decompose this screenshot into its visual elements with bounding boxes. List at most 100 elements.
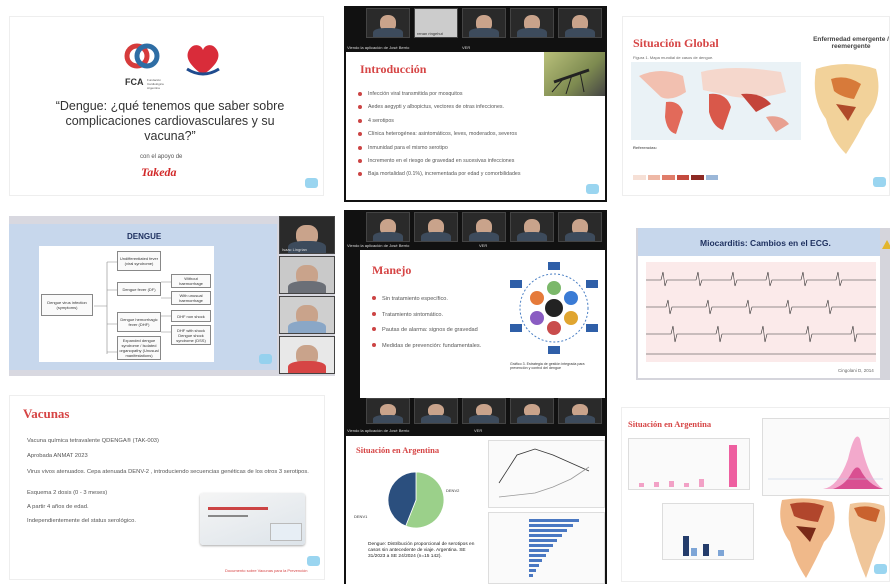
participant-video[interactable] [366, 212, 410, 242]
ecg-strip [646, 262, 876, 362]
province-map [772, 496, 842, 580]
slide-area: Manejo Sin tratamiento específico. Trata… [360, 250, 605, 404]
bar-chart [488, 512, 605, 584]
vaccine-line: Esquema 2 dosis (0 - 3 meses) [27, 490, 108, 496]
slide-title: Situación en Argentina [356, 445, 440, 455]
share-caption: Viendo la aplicación de José Berrio [347, 428, 410, 433]
graphic-caption: Gráfico 3. Estrategia de gestión integra… [510, 362, 585, 370]
slide-area: Miocarditis: Cambios en el ECG. Cingolan… [638, 228, 880, 378]
bullet-list: Sin tratamiento específico. Tratamiento … [372, 292, 507, 354]
argentina-map [806, 59, 886, 159]
vaccine-box-photo [200, 493, 305, 545]
pie-legend-denv2: DENV2 [446, 488, 460, 493]
participant-video[interactable] [414, 212, 458, 242]
diagram-node: Dengue hemorrhagic fever (DHF) [117, 312, 161, 332]
app-icon [307, 556, 320, 566]
diagram-node: With unusual haemorrhage [171, 291, 211, 305]
diagram-node: DHF with shock Dengue shock syndrome (DS… [171, 325, 211, 345]
diagram-node: Dengue fever (DF) [117, 282, 161, 296]
diagram-node: Expanded dengue syndrome / Isolated orga… [117, 336, 161, 360]
bullet-list: Infección viral transmitida por mosquito… [358, 88, 558, 182]
tile-introduccion: renan ringehut Viendo la aplicación de J… [344, 6, 607, 202]
ecg-credit: Cingolani D, 2014 [838, 368, 874, 373]
view-options-button[interactable]: VER [462, 45, 470, 50]
tile-vacunas: Vacunas Vacuna química tetravalente QDEN… [9, 395, 325, 580]
slide-title: Situación Global [633, 36, 719, 50]
slide-title: Vacunas [23, 406, 70, 421]
participant-video[interactable]: Isaac Lingrian [279, 216, 335, 254]
participant-video[interactable] [462, 398, 506, 424]
bullet-item: Clínica heterogénea: asintomáticos, leve… [358, 128, 558, 141]
tile-situacion-global: Situación Global Enfermedad emergente / … [622, 16, 890, 196]
pie-legend-denv1: DENV1 [354, 514, 368, 519]
bullet-item: Tratamiento sintomático. [372, 308, 507, 324]
fca-label: FCA [125, 77, 144, 87]
incidence-line-chart [488, 440, 605, 508]
diagram-node: Dengue virus infection (symptoms) [41, 294, 93, 316]
slide-area: Situación en Argentina DENV1 DENV2 Dengu… [346, 436, 605, 584]
slide-title: DENGUE [127, 232, 162, 241]
slide-footer: Documento sobre Vacunas para la Prevenci… [225, 568, 308, 573]
heart-logo [183, 39, 223, 81]
references-label: Referencias: [633, 145, 658, 150]
bullet-item: Aedes aegypti y albopictus, vectores de … [358, 101, 558, 114]
tile-miocarditis: Miocarditis: Cambios en el ECG. Cingolan… [636, 228, 890, 380]
view-options-button[interactable]: VER [479, 243, 487, 248]
slide-title: “Dengue: ¿qué tenemos que saber sobre co… [55, 99, 285, 143]
share-caption: Viendo la aplicación de José Berrio [347, 243, 410, 248]
vaccine-line: Independientemente del status serológico… [27, 518, 136, 524]
bullet-item: Medidas de prevención: fundamentales. [372, 339, 507, 355]
app-icon [259, 354, 272, 364]
view-options-button[interactable]: VER [474, 428, 482, 433]
serotype-pie-chart [387, 471, 445, 529]
participant-video[interactable] [279, 336, 335, 374]
map-legend [633, 175, 718, 180]
slide-title: Manejo [372, 263, 412, 277]
support-text: con el apoyo de [140, 154, 183, 160]
diagram-node: Undifferentiated fever (viral syndrome) [117, 251, 161, 271]
participant-video[interactable]: renan ringehut [414, 8, 458, 38]
participant-video[interactable] [510, 398, 554, 424]
vaccine-line: Vacuna química tetravalente QDENGA® (TAK… [27, 438, 159, 444]
bullet-item: Inmunidad para el mismo serotipo [358, 142, 558, 155]
slide-title: Situación en Argentina [628, 419, 712, 429]
app-icon [305, 178, 318, 188]
tile-title-slide: FCA Fundación Cardiológica Argentina “De… [9, 16, 324, 196]
cases-bar-chart [628, 438, 750, 490]
slide-subtitle: Enfermedad emergente / reemergente [813, 36, 889, 50]
pie-caption: Dengue: Distribución proporcional de ser… [368, 542, 475, 559]
diagram-node: DHF non shock [171, 310, 211, 322]
participant-video[interactable] [366, 8, 410, 38]
participant-video[interactable] [462, 212, 506, 242]
bullet-item: 4 serotipos [358, 115, 558, 128]
takeda-logo: Takeda [141, 165, 177, 179]
participant-video[interactable] [558, 212, 602, 242]
app-icon [586, 184, 599, 194]
diagram-panel: Dengue virus infection (symptoms) Undiff… [39, 246, 214, 362]
participant-video[interactable] [558, 8, 602, 38]
diagram-node: Without haemorrhage [171, 274, 211, 288]
share-caption: Viendo la aplicación de José Berrio [347, 45, 410, 50]
tile-manejo: Viendo la aplicación de José Berrio VER … [344, 210, 607, 406]
vaccine-line: A partir 4 años de edad. [27, 504, 89, 510]
slide-title: Introducción [360, 62, 427, 76]
participant-video[interactable] [366, 398, 410, 424]
tile-situacion-argentina-2: Situación en Argentina [621, 407, 890, 582]
participant-video[interactable] [558, 398, 602, 424]
world-dengue-map [631, 62, 801, 140]
participant-video[interactable] [414, 398, 458, 424]
bullet-item: Infección viral transmitida por mosquito… [358, 88, 558, 101]
warning-icon [882, 240, 890, 249]
tile-situacion-argentina-1: Viendo la aplicación de José Berrio VER … [344, 398, 607, 584]
participant-video[interactable] [279, 256, 335, 294]
participant-video[interactable] [510, 212, 554, 242]
participant-video[interactable] [462, 8, 506, 38]
participant-video[interactable] [279, 296, 335, 334]
figure-caption: Figura 1. Mapa mundial de casos de dengu… [633, 55, 714, 60]
slide-area: DENGUE Dengue virus infection (symptoms)… [9, 224, 277, 370]
app-icon [874, 564, 887, 574]
slide-title: Miocarditis: Cambios en el ECG. [700, 238, 831, 248]
bullet-item: Sin tratamiento específico. [372, 292, 507, 308]
participant-video[interactable] [510, 8, 554, 38]
app-icon [873, 177, 886, 187]
